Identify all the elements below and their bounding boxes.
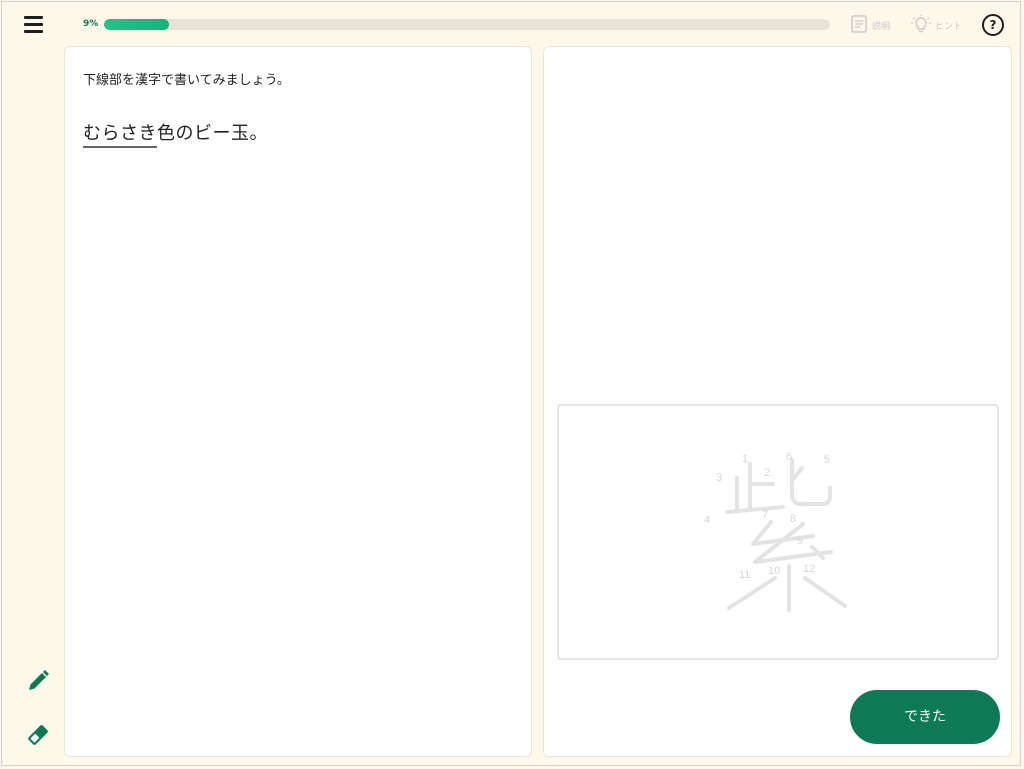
stroke-number: 1	[742, 453, 748, 465]
lightbulb-icon	[910, 14, 932, 37]
handwriting-canvas[interactable]: 1 2 3 4 5 6 7 8 9 10 11 12	[557, 404, 999, 660]
document-icon	[849, 14, 869, 37]
answer-panel: 1 2 3 4 5 6 7 8 9 10 11 12 できた	[543, 46, 1012, 757]
question-panel: 下線部を漢字で書いてみましょう。 むらさき色のビー玉。	[64, 46, 532, 757]
stroke-number: 3	[716, 472, 722, 484]
hint-button[interactable]: ヒント	[910, 14, 962, 37]
hamburger-menu-icon[interactable]	[24, 16, 44, 34]
stroke-number: 11	[739, 569, 750, 581]
stroke-number: 5	[824, 454, 830, 466]
stroke-number: 9	[797, 535, 803, 547]
question-sentence: むらさき色のビー玉。	[83, 119, 268, 148]
stroke-number: 10	[768, 565, 780, 577]
explain-button[interactable]: 説明	[849, 14, 890, 37]
eraser-icon[interactable]	[26, 723, 50, 747]
progress-bar	[104, 19, 830, 30]
explain-label: 説明	[872, 22, 891, 32]
guide-strokes	[725, 458, 847, 612]
instruction-text: 下線部を漢字で書いてみましょう。	[83, 73, 290, 88]
progress-bar-fill	[104, 19, 170, 30]
stroke-number: 2	[764, 467, 770, 479]
stroke-number: 8	[790, 513, 796, 525]
stroke-number: 6	[786, 451, 792, 463]
underlined-target: むらさき	[83, 119, 157, 148]
done-button[interactable]: できた	[850, 690, 1000, 744]
pencil-icon[interactable]	[26, 669, 50, 693]
question-rest: 色のビー玉。	[157, 123, 268, 144]
hint-label: ヒント	[935, 22, 963, 32]
app-frame: 9% 説明 ヒント ? 下線部を漢字で書いてみましょう。 むらさき色のビー玉。 …	[1, 1, 1021, 766]
stroke-number: 12	[803, 563, 815, 575]
question-circle-icon[interactable]: ?	[982, 14, 1004, 36]
progress-percent: 9%	[83, 19, 99, 29]
stroke-number: 7	[762, 509, 768, 521]
stroke-guide: 1234567 891011 12	[704, 451, 847, 612]
stroke-number: 4	[704, 514, 710, 526]
